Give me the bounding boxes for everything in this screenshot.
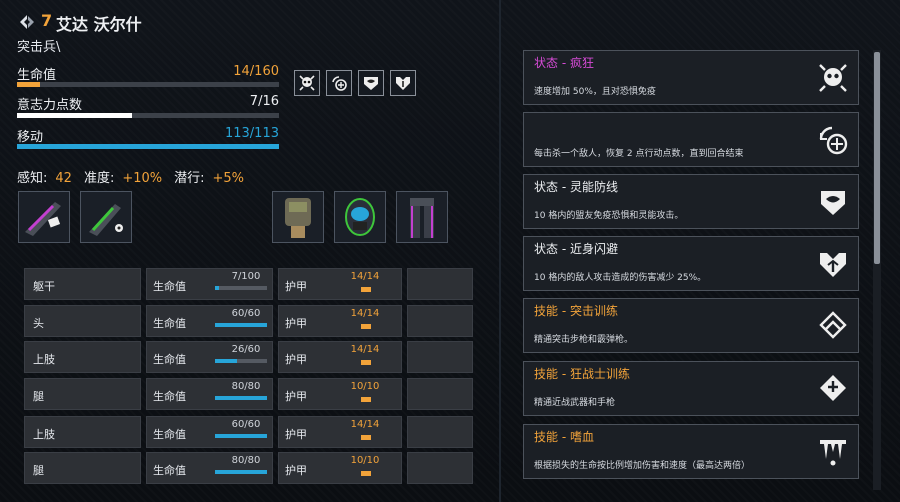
skill-description: 精通突击步枪和霰弹枪。 <box>534 335 634 345</box>
body-part-hp-bar <box>215 323 267 327</box>
body-part-name: 躯干 <box>24 268 141 300</box>
attribute-row: 感知: 42 准度: +10% 潜行: +5% <box>17 167 244 186</box>
skill-description: 根据损失的生命按比例增加伤害和速度（最高达两倍） <box>534 461 751 471</box>
armor-pip <box>361 397 371 402</box>
character-number: 7 <box>41 11 53 30</box>
skill-description: 10 格内的敌人攻击造成的伤害减少 25%。 <box>534 273 707 283</box>
body-part-hp-bar <box>215 396 267 400</box>
status-icon-row <box>294 70 416 96</box>
empty-slot <box>407 452 473 484</box>
movement-bar <box>17 144 279 149</box>
skill-card[interactable]: 每击杀一个敌人，恢复 2 点行动点数，直到回合结束 <box>523 112 859 167</box>
body-part-hp-bar <box>215 470 267 474</box>
body-part-armor: 护甲 14/14 <box>278 305 402 337</box>
character-name: 艾达 沃尔什 <box>56 15 142 34</box>
willpower-value: 7/16 <box>249 94 279 109</box>
movement-label: 移动 <box>17 130 44 145</box>
bloodlust-fang-icon <box>814 433 852 471</box>
panel-divider <box>499 0 501 502</box>
assault-training-icon <box>814 307 852 345</box>
body-part-armor: 护甲 14/14 <box>278 268 402 300</box>
skill-card[interactable]: 状态 - 近身闪避 10 格内的敌人攻击造成的伤害减少 25%。 <box>523 236 859 291</box>
skill-description: 精通近战武器和手枪 <box>534 398 616 408</box>
skill-title: 状态 - 近身闪避 <box>534 242 618 256</box>
body-part-armor: 护甲 14/14 <box>278 416 402 448</box>
health-value: 14/160 <box>233 64 279 79</box>
skill-description: 10 格内的盟友免疫恐惧和灵能攻击。 <box>534 211 684 221</box>
body-part-hp: 生命值 60/60 <box>146 416 273 448</box>
melee-evasion-icon[interactable] <box>390 70 416 96</box>
handgun-icon[interactable] <box>80 191 132 243</box>
empty-slot <box>407 378 473 410</box>
character-class: 突击兵\ <box>17 40 61 55</box>
faction-emblem-icon <box>17 12 37 32</box>
body-part-hp: 生命值 80/80 <box>146 452 273 484</box>
perception-attr: 感知: 42 <box>17 171 72 186</box>
body-part-name: 腿 <box>24 452 141 484</box>
psychic-shield-icon[interactable] <box>358 70 384 96</box>
health-bar <box>17 82 279 87</box>
body-part-hp: 生命值 26/60 <box>146 341 273 373</box>
skill-card[interactable]: 技能 - 突击训练精通突击步枪和霰弹枪。 <box>523 298 859 353</box>
body-part-name: 腿 <box>24 378 141 410</box>
legs-armor-icon[interactable] <box>396 191 448 243</box>
empty-slot <box>407 341 473 373</box>
armor-pip <box>361 287 371 292</box>
armor-pip <box>361 324 371 329</box>
body-part-name: 上肢 <box>24 341 141 373</box>
body-part-hp: 生命值 60/60 <box>146 305 273 337</box>
body-part-name: 头 <box>24 305 141 337</box>
willpower-label: 意志力点数 <box>17 98 83 113</box>
skill-card[interactable]: 状态 - 灵能防线 10 格内的盟友免疫恐惧和灵能攻击。 <box>523 174 859 229</box>
body-part-armor: 护甲 14/14 <box>278 341 402 373</box>
body-part-hp-bar <box>215 359 267 363</box>
torso-armor-icon[interactable] <box>272 191 324 243</box>
body-part-armor: 护甲 10/10 <box>278 378 402 410</box>
assault-rifle-icon[interactable] <box>18 191 70 243</box>
armor-pip <box>361 471 371 476</box>
health-label: 生命值 <box>17 68 57 83</box>
body-part-hp: 生命值 80/80 <box>146 378 273 410</box>
empty-slot <box>407 268 473 300</box>
melee-evasion-icon <box>814 245 852 283</box>
health-bar-fill <box>17 82 40 87</box>
skill-card[interactable]: 技能 - 嗜血根据损失的生命按比例增加伤害和速度（最高达两倍） <box>523 424 859 479</box>
armor-pip <box>361 360 371 365</box>
body-part-armor: 护甲 10/10 <box>278 452 402 484</box>
skill-title: 状态 - 疯狂 <box>534 56 594 70</box>
body-part-hp-bar <box>215 434 267 438</box>
body-part-name: 上肢 <box>24 416 141 448</box>
body-part-hp-bar <box>215 286 267 290</box>
scrollbar-thumb[interactable] <box>874 52 880 264</box>
berserker-training-icon <box>814 370 852 408</box>
skill-description: 每击杀一个敌人，恢复 2 点行动点数，直到回合结束 <box>534 149 744 159</box>
action-refill-icon[interactable] <box>326 70 352 96</box>
frenzy-skull-icon <box>814 59 852 97</box>
empty-slot <box>407 416 473 448</box>
willpower-bar <box>17 113 279 118</box>
skill-card[interactable]: 状态 - 疯狂速度增加 50%，且对恐惧免疫 <box>523 50 859 105</box>
empty-slot <box>407 305 473 337</box>
action-refill-icon <box>814 121 852 159</box>
accuracy-attr: 准度: +10% <box>83 171 163 186</box>
skill-description: 速度增加 50%，且对恐惧免疫 <box>534 87 656 97</box>
skill-card[interactable]: 技能 - 狂战士训练精通近战武器和手枪 <box>523 361 859 416</box>
helmet-icon[interactable] <box>334 191 386 243</box>
frenzy-skull-icon[interactable] <box>294 70 320 96</box>
skill-title: 技能 - 狂战士训练 <box>534 367 630 381</box>
movement-value: 113/113 <box>224 126 279 141</box>
movement-bar-fill <box>17 144 279 149</box>
willpower-bar-fill <box>17 113 132 118</box>
body-part-hp: 生命值 7/100 <box>146 268 273 300</box>
skill-title: 技能 - 嗜血 <box>534 430 594 444</box>
psychic-shield-icon <box>814 183 852 221</box>
stealth-attr: 潜行: +5% <box>174 171 245 186</box>
armor-pip <box>361 435 371 440</box>
skill-title: 状态 - 灵能防线 <box>534 180 618 194</box>
skill-title: 技能 - 突击训练 <box>534 304 618 318</box>
